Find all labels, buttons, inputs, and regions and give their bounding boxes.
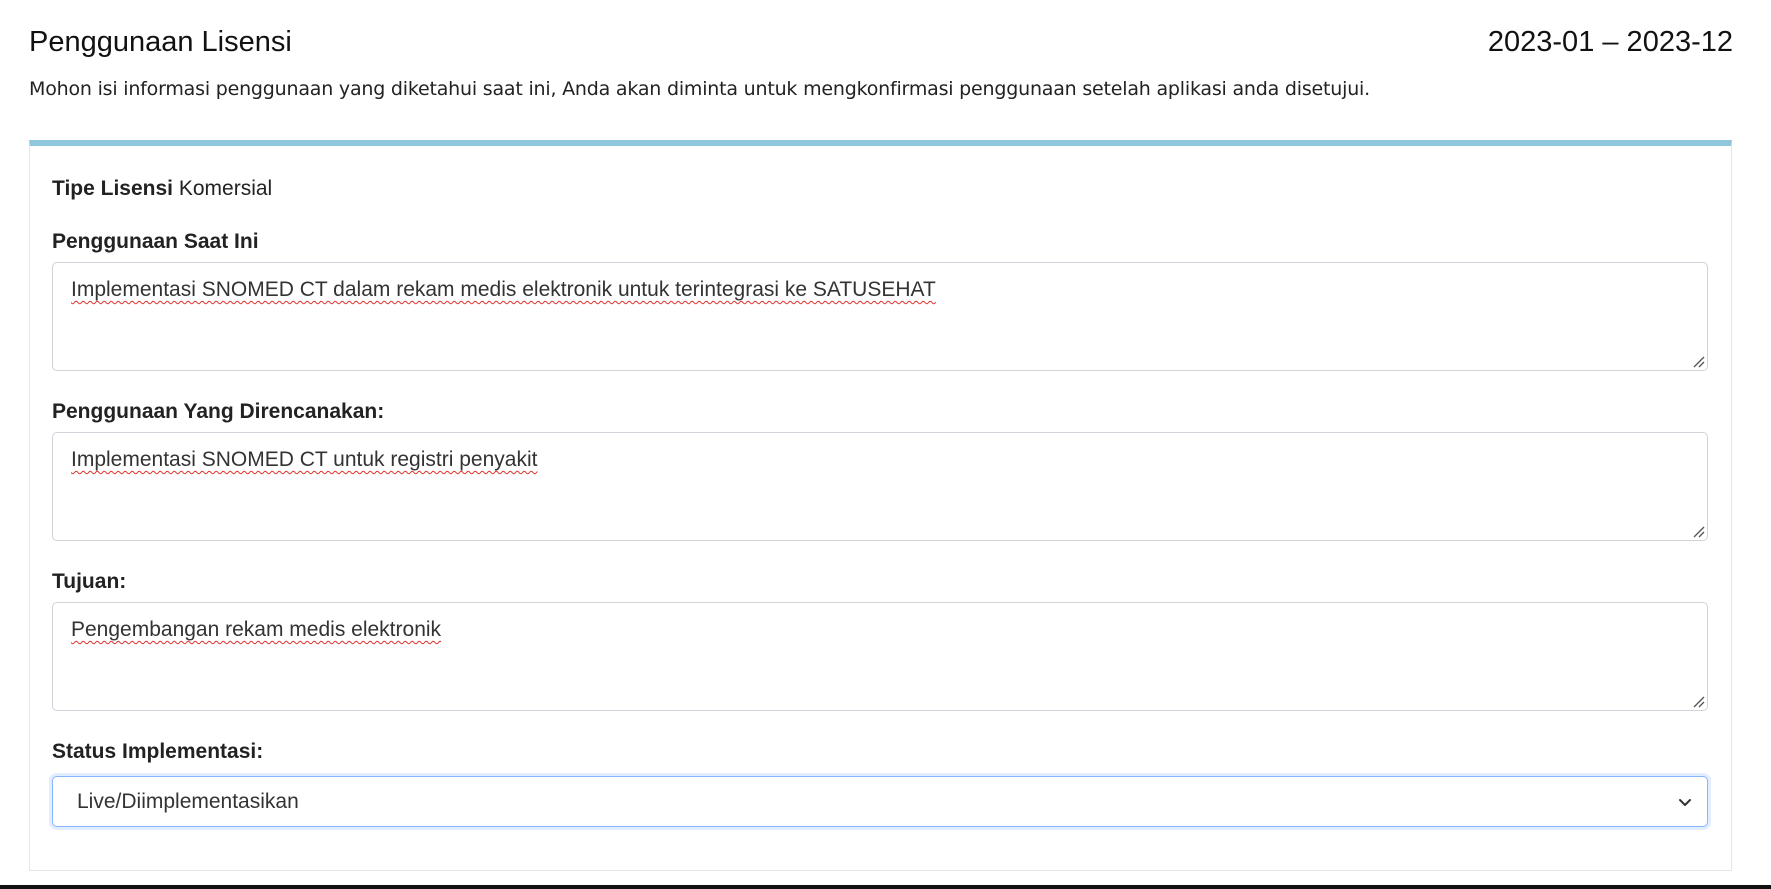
status-label: Status Implementasi: bbox=[52, 740, 264, 763]
license-type-value: Komersial bbox=[178, 177, 273, 200]
planned-use-textarea[interactable]: Implementasi SNOMED CT untuk registri pe… bbox=[52, 432, 1708, 541]
resize-handle-icon[interactable] bbox=[1691, 354, 1705, 368]
current-use-label: Penggunaan Saat Ini bbox=[52, 230, 259, 253]
chevron-down-icon bbox=[1679, 799, 1691, 806]
intro-text: Mohon isi informasi penggunaan yang dike… bbox=[29, 78, 1370, 100]
license-period: 2023-01 – 2023-12 bbox=[1487, 26, 1733, 58]
purpose-label: Tujuan: bbox=[52, 570, 127, 593]
license-type-label: Tipe Lisensi bbox=[52, 177, 173, 200]
purpose-textarea[interactable]: Pengembangan rekam medis elektronik bbox=[52, 602, 1708, 711]
status-selected-value: Live/Diimplementasikan bbox=[77, 790, 299, 813]
resize-handle-icon[interactable] bbox=[1691, 524, 1705, 538]
license-type: Tipe Lisensi Komersial bbox=[52, 176, 272, 202]
current-use-value: Implementasi SNOMED CT dalam rekam medis… bbox=[71, 278, 936, 301]
planned-use-value: Implementasi SNOMED CT untuk registri pe… bbox=[71, 448, 538, 471]
license-usage-page: Penggunaan Lisensi 2023-01 – 2023-12 Moh… bbox=[0, 0, 1771, 889]
bottom-divider bbox=[0, 885, 1771, 889]
planned-use-label: Penggunaan Yang Direncanakan: bbox=[52, 400, 385, 423]
page-title: Penggunaan Lisensi bbox=[29, 26, 292, 58]
status-select[interactable]: Live/Diimplementasikan bbox=[52, 776, 1708, 827]
purpose-value: Pengembangan rekam medis elektronik bbox=[71, 618, 442, 641]
usage-form-card: Tipe Lisensi Komersial Penggunaan Saat I… bbox=[29, 140, 1732, 871]
current-use-textarea[interactable]: Implementasi SNOMED CT dalam rekam medis… bbox=[52, 262, 1708, 371]
resize-handle-icon[interactable] bbox=[1691, 694, 1705, 708]
